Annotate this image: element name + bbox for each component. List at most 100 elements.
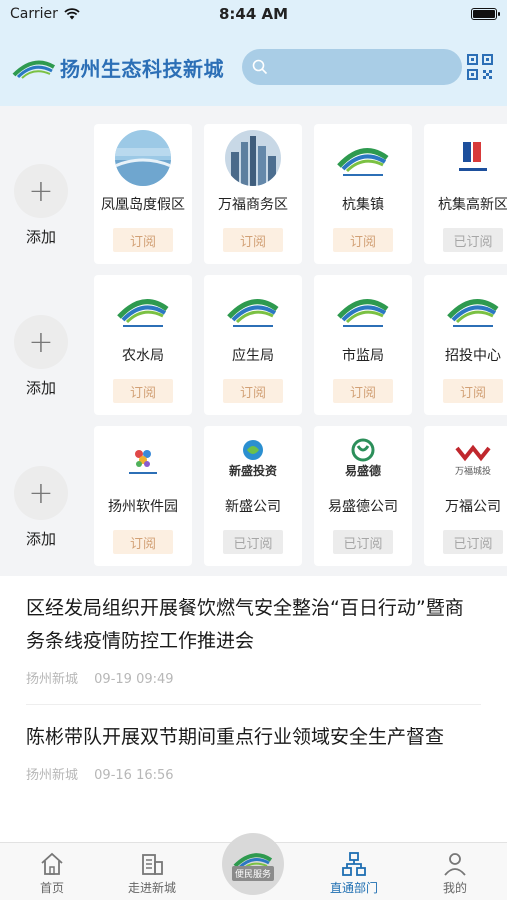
eco-city-logo-icon <box>335 281 391 337</box>
app-logo: 扬州生态科技新城 <box>12 53 224 82</box>
subscribe-button[interactable]: 订阅 <box>443 379 503 403</box>
carrier-label: Carrier <box>10 6 58 22</box>
tab-label: 便民服务 <box>231 865 274 881</box>
news-source: 扬州新城 <box>26 768 79 783</box>
department-row: + 添加 扬州软件园 订阅 新盛投资 新盛公司 已订阅 易盛德 易盛德公司 已订… <box>0 426 507 566</box>
news-title: 区经发局组织开展餐饮燃气安全整治“百日行动”暨商务条线疫情防控工作推进会 <box>26 597 464 652</box>
department-card[interactable]: 扬州软件园 订阅 <box>94 426 192 566</box>
svg-text:万福城投: 万福城投 <box>455 465 491 477</box>
wanfu-logo-icon: 万福城投 <box>445 432 501 488</box>
status-left: Carrier <box>10 6 80 22</box>
user-icon <box>444 853 466 876</box>
tab-label: 首页 <box>39 881 64 895</box>
eco-city-logo-icon <box>115 281 171 337</box>
add-department-button[interactable]: + 添加 <box>10 275 72 415</box>
subscribe-button[interactable]: 订阅 <box>113 228 173 252</box>
plus-icon: + <box>14 315 68 369</box>
subscribe-button[interactable]: 订阅 <box>333 379 393 403</box>
eco-city-logo-icon <box>335 130 391 186</box>
search-bar[interactable] <box>242 49 462 85</box>
department-card[interactable]: 农水局 订阅 <box>94 275 192 415</box>
subscribe-button[interactable]: 订阅 <box>113 379 173 403</box>
plus-icon: + <box>14 466 68 520</box>
add-label: 添加 <box>25 228 56 246</box>
tab-label: 我的 <box>442 881 467 895</box>
tab-label: 走进新城 <box>127 881 176 895</box>
add-department-button[interactable]: + 添加 <box>10 426 72 566</box>
department-name: 农水局 <box>122 348 164 364</box>
department-name: 招投中心 <box>445 348 501 364</box>
news-title: 陈彬带队开展双节期间重点行业领域安全生产督查 <box>26 726 445 748</box>
department-card[interactable]: 市监局 订阅 <box>314 275 412 415</box>
subscribe-button[interactable]: 订阅 <box>113 530 173 554</box>
department-name: 凤凰岛度假区 <box>101 197 185 213</box>
subscribed-button[interactable]: 已订阅 <box>333 530 393 554</box>
status-bar: Carrier 8:44 AM <box>0 0 507 28</box>
department-card[interactable]: 应生局 订阅 <box>204 275 302 415</box>
subscribed-button[interactable]: 已订阅 <box>443 228 503 252</box>
bridge-photo-icon <box>115 130 171 186</box>
department-card[interactable]: 杭集镇 订阅 <box>314 124 412 264</box>
news-date: 09-19 09:49 <box>94 672 174 687</box>
department-card[interactable]: 新盛投资 新盛公司 已订阅 <box>204 426 302 566</box>
subscribe-button[interactable]: 订阅 <box>223 228 283 252</box>
svg-text:易盛德: 易盛德 <box>345 463 381 478</box>
software-park-logo-icon <box>115 432 171 488</box>
subscribe-button[interactable]: 订阅 <box>333 228 393 252</box>
department-name: 扬州软件园 <box>108 499 178 515</box>
eco-city-logo-icon <box>445 281 501 337</box>
department-name: 万福商务区 <box>218 197 288 213</box>
hangji-hitech-logo-icon <box>445 130 501 186</box>
department-name: 杭集镇 <box>342 197 384 213</box>
news-meta: 扬州新城 09-19 09:49 <box>26 668 481 687</box>
department-card[interactable]: 凤凰岛度假区 订阅 <box>94 124 192 264</box>
eco-city-logo-icon <box>12 60 56 79</box>
tab-service[interactable]: 便民服务 <box>222 833 284 895</box>
city-skyline-photo-icon <box>225 130 281 186</box>
battery-icon <box>471 8 500 20</box>
news-list: 区经发局组织开展餐饮燃气安全整治“百日行动”暨商务条线疫情防控工作推进会 扬州新… <box>0 576 507 842</box>
subscribe-button[interactable]: 订阅 <box>223 379 283 403</box>
home-icon <box>41 852 63 875</box>
app-logo-text: 扬州生态科技新城 <box>60 56 224 81</box>
department-card[interactable]: 易盛德 易盛德公司 已订阅 <box>314 426 412 566</box>
tab-home[interactable]: 首页 <box>2 843 102 900</box>
org-chart-icon <box>342 852 366 876</box>
department-name: 易盛德公司 <box>328 499 398 515</box>
department-name: 新盛公司 <box>225 499 281 515</box>
news-item[interactable]: 陈彬带队开展双节期间重点行业领域安全生产督查 扬州新城 09-16 16:56 <box>26 721 481 783</box>
plus-icon: + <box>14 164 68 218</box>
tab-label: 直通部门 <box>329 881 378 895</box>
subscribed-button[interactable]: 已订阅 <box>443 530 503 554</box>
add-label: 添加 <box>25 530 56 548</box>
news-meta: 扬州新城 09-16 16:56 <box>26 764 481 783</box>
news-date: 09-16 16:56 <box>94 768 174 783</box>
add-department-button[interactable]: + 添加 <box>10 124 72 264</box>
news-item[interactable]: 区经发局组织开展餐饮燃气安全整治“百日行动”暨商务条线疫情防控工作推进会 扬州新… <box>26 592 481 687</box>
eco-city-logo-icon <box>225 281 281 337</box>
search-icon <box>252 59 268 75</box>
department-name: 杭集高新区 <box>438 197 507 213</box>
add-label: 添加 <box>25 379 56 397</box>
news-source: 扬州新城 <box>26 672 79 687</box>
department-row: + 添加 农水局 订阅 应生局 订阅 市监局 订阅 招投中心 订阅 <box>0 275 507 415</box>
tab-explore[interactable]: 走进新城 <box>102 843 202 900</box>
department-name: 应生局 <box>232 348 274 364</box>
department-card[interactable]: 杭集高新区 已订阅 <box>424 124 507 264</box>
yishengde-logo-icon: 易盛德 <box>335 432 391 488</box>
department-row: + 添加 凤凰岛度假区 订阅 万福商务区 订阅 杭集镇 订阅 杭集高新区 已订阅 <box>0 124 507 264</box>
department-card[interactable]: 万福商务区 订阅 <box>204 124 302 264</box>
department-name: 万福公司 <box>445 499 501 515</box>
department-card[interactable]: 万福城投 万福公司 已订阅 <box>424 426 507 566</box>
department-name: 市监局 <box>342 348 384 364</box>
app-header: 扬州生态科技新城 <box>0 28 507 106</box>
divider <box>26 704 481 705</box>
department-card[interactable]: 招投中心 订阅 <box>424 275 507 415</box>
svg-text:新盛投资: 新盛投资 <box>229 463 277 478</box>
tab-profile[interactable]: 我的 <box>405 843 505 900</box>
tab-bar: 首页 走进新城 便民服务 直通部门 我的 <box>0 833 507 900</box>
xinsheng-logo-icon: 新盛投资 <box>225 432 281 488</box>
subscribed-button[interactable]: 已订阅 <box>223 530 283 554</box>
tab-departments[interactable]: 直通部门 <box>304 843 404 900</box>
qr-scan-icon[interactable] <box>465 52 495 82</box>
